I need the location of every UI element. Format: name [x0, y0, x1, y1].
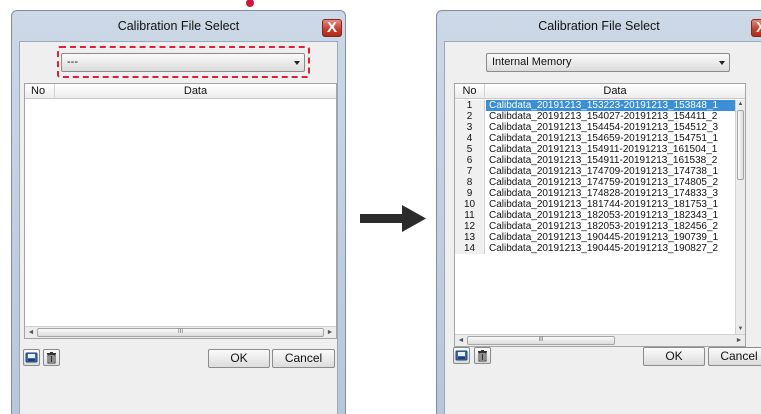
save-button[interactable]: [453, 347, 470, 364]
chevron-down-icon: [294, 61, 300, 65]
list-rows: 1 Calibdata_20191213_153223-20191213_1538…: [455, 100, 745, 254]
row-data: Calibdata_20191213_182053-20191213_18234…: [489, 210, 719, 221]
table-row[interactable]: 12 Calibdata_20191213_182053-20191213_182…: [455, 221, 745, 232]
row-data: Calibdata_20191213_154911-20191213_16153…: [489, 155, 718, 166]
trash-icon: [47, 352, 56, 364]
list-header: No Data: [25, 84, 336, 99]
list-header: No Data: [455, 84, 745, 99]
chevron-down-icon: [719, 61, 725, 65]
row-number: 6: [455, 155, 485, 166]
scroll-right-icon[interactable]: ►: [324, 327, 336, 338]
row-data: Calibdata_20191213_181744-20191213_18175…: [489, 199, 719, 210]
row-number: 5: [455, 144, 485, 155]
transition-arrow-icon: [360, 205, 426, 232]
table-row[interactable]: 6 Calibdata_20191213_154911-20191213_1615…: [455, 155, 745, 166]
ok-button[interactable]: OK: [643, 347, 705, 366]
row-data: Calibdata_20191213_174828-20191213_17483…: [489, 188, 719, 199]
row-number: 13: [455, 232, 485, 243]
row-data: Calibdata_20191213_190445-20191213_19082…: [489, 243, 719, 254]
row-data: Calibdata_20191213_154659-20191213_15475…: [489, 133, 719, 144]
column-header-no[interactable]: No: [25, 84, 55, 99]
table-row[interactable]: 8 Calibdata_20191213_174759-20191213_1748…: [455, 177, 745, 188]
scroll-thumb[interactable]: [737, 110, 744, 180]
table-row[interactable]: 3 Calibdata_20191213_154454-20191213_1545…: [455, 122, 745, 133]
delete-button[interactable]: [474, 347, 491, 364]
row-data: Calibdata_20191213_154027-20191213_15441…: [489, 111, 718, 122]
data-list[interactable]: No Data ◄ III ►: [24, 83, 337, 339]
combo-value: Internal Memory: [492, 56, 572, 68]
ok-button[interactable]: OK: [208, 349, 270, 368]
row-data: Calibdata_20191213_190445-20191213_19073…: [489, 232, 719, 243]
row-number: 7: [455, 166, 485, 177]
row-number: 12: [455, 221, 485, 232]
delete-button[interactable]: [43, 349, 60, 366]
scroll-thumb[interactable]: III: [37, 328, 324, 337]
row-number: 3: [455, 122, 485, 133]
row-number: 2: [455, 111, 485, 122]
table-row[interactable]: 14 Calibdata_20191213_190445-20191213_190…: [455, 243, 745, 254]
table-row[interactable]: 9 Calibdata_20191213_174828-20191213_1748…: [455, 188, 745, 199]
close-button[interactable]: X: [751, 19, 761, 37]
scroll-right-icon[interactable]: ►: [733, 335, 745, 346]
table-row[interactable]: 13 Calibdata_20191213_190445-20191213_190…: [455, 232, 745, 243]
row-number: 10: [455, 199, 485, 210]
scroll-down-icon[interactable]: ▼: [736, 325, 745, 334]
callout-marker: [246, 0, 254, 7]
column-header-no[interactable]: No: [455, 84, 485, 99]
dialog-title: Calibration File Select: [538, 19, 660, 33]
horizontal-scrollbar[interactable]: ◄ III ►: [25, 326, 336, 338]
save-icon: [25, 352, 38, 363]
row-number: 11: [455, 210, 485, 221]
row-data: Calibdata_20191213_153223-20191213_15384…: [486, 100, 745, 111]
cancel-button[interactable]: Cancel: [272, 349, 335, 368]
save-icon: [455, 350, 468, 361]
dialog-client-area: Internal Memory No Data 1 Calibdata_20191…: [444, 41, 761, 414]
horizontal-scrollbar[interactable]: ◄ III ►: [455, 334, 745, 346]
row-number: 9: [455, 188, 485, 199]
row-data: Calibdata_20191213_154911-20191213_16150…: [489, 144, 718, 155]
row-data: Calibdata_20191213_182053-20191213_18245…: [489, 221, 719, 232]
row-data: Calibdata_20191213_174759-20191213_17480…: [489, 177, 719, 188]
close-button[interactable]: X: [322, 19, 342, 37]
combo-value: ---: [67, 56, 78, 68]
table-row[interactable]: 1 Calibdata_20191213_153223-20191213_1538…: [455, 100, 745, 111]
dialog-client-area: --- No Data ◄ III ► OK Cancel: [19, 41, 338, 414]
calibration-dialog-empty: Calibration File Select X --- No Data ◄ …: [11, 0, 346, 414]
table-row[interactable]: 10 Calibdata_20191213_181744-20191213_181…: [455, 199, 745, 210]
row-data: Calibdata_20191213_154454-20191213_15451…: [489, 122, 719, 133]
table-row[interactable]: 2 Calibdata_20191213_154027-20191213_1544…: [455, 111, 745, 122]
source-combo[interactable]: Internal Memory: [486, 53, 730, 72]
scroll-thumb[interactable]: III: [467, 336, 615, 345]
row-number: 8: [455, 177, 485, 188]
column-header-data[interactable]: Data: [485, 84, 745, 99]
save-button[interactable]: [23, 349, 40, 366]
table-row[interactable]: 4 Calibdata_20191213_154659-20191213_1547…: [455, 133, 745, 144]
row-data: Calibdata_20191213_174709-20191213_17473…: [489, 166, 719, 177]
calibration-dialog-populated: Calibration File Select X Internal Memor…: [436, 10, 761, 414]
column-header-data[interactable]: Data: [55, 84, 336, 99]
source-combo[interactable]: ---: [61, 53, 305, 72]
cancel-button[interactable]: Cancel: [708, 347, 761, 366]
scroll-left-icon[interactable]: ◄: [25, 327, 37, 338]
vertical-scrollbar[interactable]: ▲ ▼: [735, 100, 745, 334]
scroll-up-icon[interactable]: ▲: [736, 100, 745, 109]
table-row[interactable]: 5 Calibdata_20191213_154911-20191213_1615…: [455, 144, 745, 155]
row-number: 4: [455, 133, 485, 144]
row-number: 1: [455, 100, 485, 111]
dialog-title: Calibration File Select: [117, 19, 240, 33]
table-row[interactable]: 7 Calibdata_20191213_174709-20191213_1747…: [455, 166, 745, 177]
table-row[interactable]: 11 Calibdata_20191213_182053-20191213_182…: [455, 210, 745, 221]
row-number: 14: [455, 243, 485, 254]
scroll-left-icon[interactable]: ◄: [455, 335, 467, 346]
trash-icon: [478, 350, 487, 362]
data-list[interactable]: No Data 1 Calibdata_20191213_153223-20191…: [454, 83, 746, 347]
